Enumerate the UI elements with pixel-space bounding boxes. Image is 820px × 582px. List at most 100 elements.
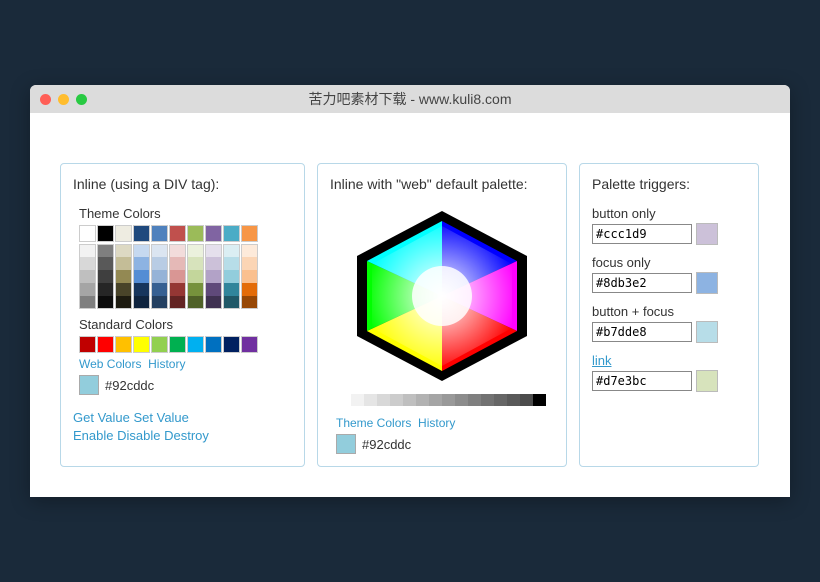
color-swatch[interactable] — [205, 257, 222, 270]
history-link[interactable]: History — [418, 416, 455, 430]
color-swatch[interactable] — [468, 394, 481, 406]
color-swatch[interactable] — [205, 270, 222, 283]
color-swatch[interactable] — [79, 257, 96, 270]
color-swatch[interactable] — [187, 257, 204, 270]
trigger-link-label[interactable]: link — [592, 353, 746, 368]
color-swatch[interactable] — [187, 244, 204, 257]
color-swatch[interactable] — [133, 225, 150, 242]
color-swatch[interactable] — [241, 336, 258, 353]
color-swatch[interactable] — [169, 283, 186, 296]
color-swatch[interactable] — [97, 225, 114, 242]
color-swatch[interactable] — [241, 283, 258, 296]
color-input[interactable] — [592, 273, 692, 293]
enable-link[interactable]: Enable — [73, 428, 113, 443]
color-swatch[interactable] — [169, 270, 186, 283]
color-swatch[interactable] — [223, 336, 240, 353]
color-swatch-button[interactable] — [696, 321, 718, 343]
color-swatch[interactable] — [97, 296, 114, 309]
selected-swatch[interactable] — [79, 375, 99, 395]
color-swatch[interactable] — [133, 270, 150, 283]
color-swatch[interactable] — [223, 270, 240, 283]
color-swatch[interactable] — [481, 394, 494, 406]
color-swatch[interactable] — [187, 296, 204, 309]
color-swatch[interactable] — [205, 225, 222, 242]
color-swatch[interactable] — [151, 257, 168, 270]
color-swatch[interactable] — [507, 394, 520, 406]
color-swatch[interactable] — [79, 270, 96, 283]
color-swatch[interactable] — [520, 394, 533, 406]
color-swatch[interactable] — [151, 225, 168, 242]
color-swatch[interactable] — [169, 336, 186, 353]
color-swatch[interactable] — [241, 296, 258, 309]
maximize-icon[interactable] — [76, 94, 87, 105]
color-swatch[interactable] — [205, 296, 222, 309]
color-swatch[interactable] — [205, 336, 222, 353]
color-swatch[interactable] — [115, 336, 132, 353]
get-value-link[interactable]: Get Value — [73, 410, 130, 425]
color-input[interactable] — [592, 322, 692, 342]
color-input[interactable] — [592, 224, 692, 244]
color-swatch[interactable] — [151, 296, 168, 309]
color-swatch[interactable] — [169, 225, 186, 242]
color-swatch[interactable] — [241, 270, 258, 283]
color-swatch[interactable] — [223, 257, 240, 270]
color-swatch[interactable] — [241, 225, 258, 242]
color-swatch[interactable] — [133, 257, 150, 270]
color-swatch[interactable] — [403, 394, 416, 406]
color-swatch[interactable] — [338, 394, 351, 406]
color-swatch[interactable] — [223, 225, 240, 242]
color-swatch[interactable] — [151, 270, 168, 283]
color-swatch[interactable] — [79, 296, 96, 309]
color-swatch[interactable] — [115, 270, 132, 283]
color-swatch[interactable] — [187, 336, 204, 353]
color-swatch[interactable] — [151, 336, 168, 353]
color-swatch[interactable] — [133, 244, 150, 257]
color-swatch[interactable] — [187, 283, 204, 296]
color-swatch-button[interactable] — [696, 370, 718, 392]
color-swatch[interactable] — [79, 225, 96, 242]
color-swatch[interactable] — [115, 296, 132, 309]
set-value-link[interactable]: Set Value — [133, 410, 188, 425]
color-swatch-button[interactable] — [696, 272, 718, 294]
color-swatch[interactable] — [416, 394, 429, 406]
color-swatch[interactable] — [223, 244, 240, 257]
color-swatch[interactable] — [79, 283, 96, 296]
color-swatch[interactable] — [133, 283, 150, 296]
color-swatch[interactable] — [429, 394, 442, 406]
disable-link[interactable]: Disable — [117, 428, 160, 443]
color-swatch[interactable] — [115, 283, 132, 296]
color-swatch[interactable] — [97, 283, 114, 296]
color-swatch[interactable] — [133, 296, 150, 309]
web-colors-link[interactable]: Web Colors — [79, 357, 141, 371]
color-swatch[interactable] — [97, 336, 114, 353]
color-swatch[interactable] — [205, 244, 222, 257]
color-swatch[interactable] — [115, 257, 132, 270]
color-swatch[interactable] — [533, 394, 546, 406]
color-swatch[interactable] — [351, 394, 364, 406]
color-swatch[interactable] — [455, 394, 468, 406]
color-swatch[interactable] — [169, 296, 186, 309]
color-swatch[interactable] — [390, 394, 403, 406]
color-swatch[interactable] — [169, 244, 186, 257]
color-swatch[interactable] — [133, 336, 150, 353]
color-swatch[interactable] — [115, 244, 132, 257]
color-swatch[interactable] — [241, 244, 258, 257]
history-link[interactable]: History — [148, 357, 185, 371]
color-swatch[interactable] — [97, 270, 114, 283]
close-icon[interactable] — [40, 94, 51, 105]
selected-swatch[interactable] — [336, 434, 356, 454]
color-swatch[interactable] — [241, 257, 258, 270]
color-swatch[interactable] — [97, 257, 114, 270]
color-swatch-button[interactable] — [696, 223, 718, 245]
minimize-icon[interactable] — [58, 94, 69, 105]
color-swatch[interactable] — [377, 394, 390, 406]
color-input[interactable] — [592, 371, 692, 391]
color-swatch[interactable] — [223, 283, 240, 296]
color-swatch[interactable] — [442, 394, 455, 406]
color-swatch[interactable] — [97, 244, 114, 257]
color-swatch[interactable] — [169, 257, 186, 270]
color-swatch[interactable] — [79, 244, 96, 257]
color-swatch[interactable] — [115, 225, 132, 242]
color-swatch[interactable] — [187, 225, 204, 242]
color-swatch[interactable] — [205, 283, 222, 296]
